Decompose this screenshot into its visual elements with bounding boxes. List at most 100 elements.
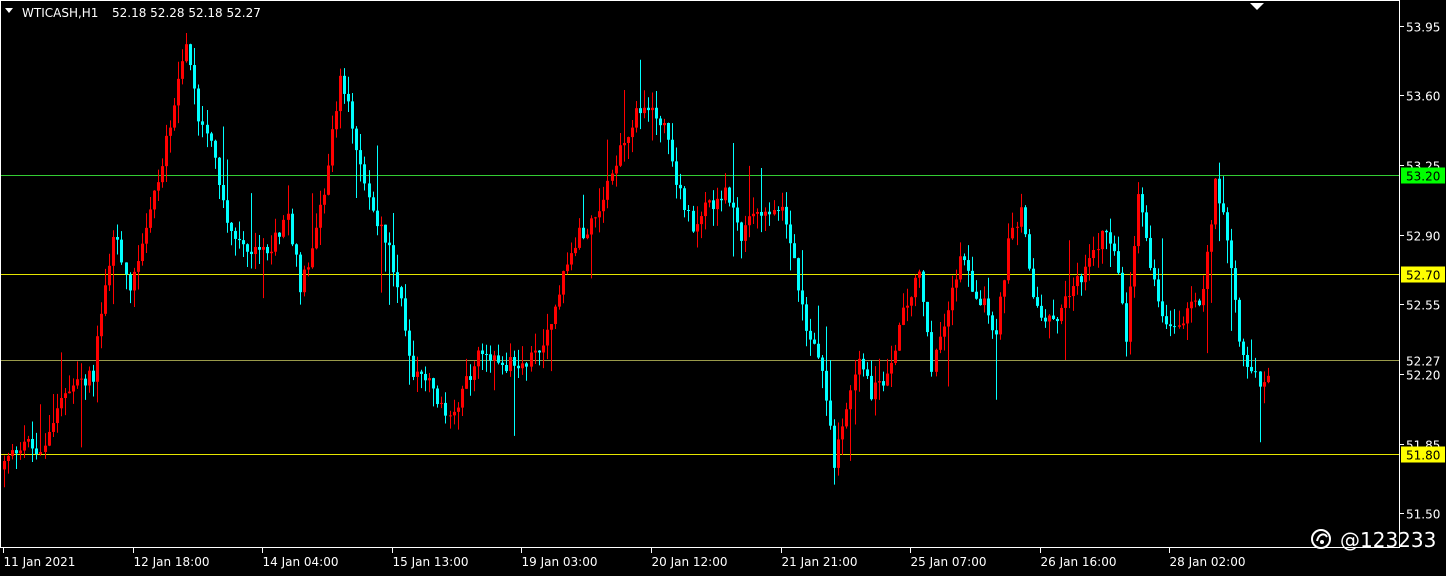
candle-body-60 (246, 244, 249, 252)
candle-body-304 (1234, 268, 1237, 300)
candle-body-140 (570, 253, 573, 265)
candle-body-312 (1267, 375, 1270, 383)
chart-background (0, 0, 1446, 576)
candle-body-155 (631, 127, 634, 138)
candle-body-71 (291, 213, 294, 245)
candle-body-167 (679, 184, 682, 189)
candle-body-299 (1214, 178, 1217, 225)
candle-body-202 (821, 357, 824, 371)
candle-body-65 (266, 246, 269, 254)
candle-body-49 (201, 121, 204, 125)
candle-body-247 (1003, 280, 1006, 297)
x-tick-label-6: 21 Jan 21:00 (782, 555, 858, 569)
candle-body-24 (100, 313, 103, 337)
candle-body-114 (465, 376, 468, 389)
candle-body-172 (700, 216, 703, 225)
candle-body-183 (744, 225, 747, 241)
candle-body-93 (380, 224, 383, 227)
candle-body-12 (52, 423, 55, 432)
candle-body-210 (854, 374, 857, 391)
candle-body-237 (963, 256, 966, 261)
candle-body-67 (274, 232, 277, 252)
candle-body-290 (1178, 325, 1181, 327)
candle-body-236 (959, 256, 962, 280)
candle-body-16 (68, 391, 71, 394)
candle-body-81 (331, 129, 334, 166)
candle-body-154 (627, 137, 630, 143)
candle-body-240 (975, 291, 978, 299)
candle-body-187 (760, 211, 763, 216)
level-label-2: 52.27 (1406, 355, 1440, 369)
candle-body-305 (1238, 299, 1241, 342)
candle-body-130 (530, 352, 533, 367)
candle-body-44 (181, 61, 184, 79)
candle-body-8 (35, 448, 38, 455)
candle-body-194 (789, 224, 792, 244)
candle-body-241 (979, 298, 982, 306)
candle-body-288 (1169, 324, 1172, 327)
candle-body-192 (781, 206, 784, 211)
candle-body-10 (44, 445, 47, 452)
candle-body-257 (1044, 317, 1047, 322)
candle-body-15 (64, 393, 67, 399)
candle-body-266 (1080, 276, 1083, 283)
candle-body-3 (15, 450, 18, 454)
candle-body-166 (675, 161, 678, 185)
candle-body-149 (606, 180, 609, 200)
candle-body-274 (1113, 243, 1116, 252)
candle-body-222 (902, 307, 905, 325)
candle-body-308 (1250, 366, 1253, 372)
candle-body-150 (611, 173, 614, 181)
candle-body-107 (436, 388, 439, 405)
candle-body-117 (477, 350, 480, 367)
candle-body-7 (31, 438, 34, 449)
candle-body-223 (906, 305, 909, 308)
price-chart[interactable]: 53.9553.6053.2552.9052.5552.2051.8551.50… (0, 0, 1446, 576)
candle-body-115 (469, 376, 472, 380)
candle-body-253 (1028, 234, 1031, 269)
symbol-label: WTICASH,H1 (22, 6, 98, 20)
candle-body-146 (594, 217, 597, 219)
x-tick-label-3: 15 Jan 13:00 (393, 555, 469, 569)
candle-body-297 (1206, 251, 1209, 289)
candle-body-276 (1121, 272, 1124, 304)
candle-body-48 (197, 88, 200, 122)
candle-body-291 (1182, 323, 1185, 326)
candle-body-208 (845, 409, 848, 427)
candle-body-269 (1092, 249, 1095, 259)
candle-body-34 (141, 243, 144, 262)
candle-body-152 (619, 145, 622, 166)
x-tick-label-9: 28 Jan 02:00 (1170, 555, 1246, 569)
candle-body-300 (1218, 178, 1221, 204)
candle-body-5 (23, 441, 26, 451)
candle-body-171 (696, 224, 699, 232)
candle-body-189 (768, 211, 771, 215)
candle-body-249 (1011, 227, 1014, 239)
candle-body-230 (935, 349, 938, 372)
x-tick-label-1: 12 Jan 18:00 (134, 555, 210, 569)
candle-body-128 (521, 363, 524, 369)
candle-body-281 (1141, 194, 1144, 213)
candle-body-219 (890, 362, 893, 374)
candle-body-235 (955, 279, 958, 288)
candle-body-19 (80, 378, 83, 380)
candle-body-77 (315, 227, 318, 249)
candle-body-82 (335, 111, 338, 130)
x-tick-label-0: 11 Jan 2021 (4, 555, 76, 569)
candle-body-69 (282, 219, 285, 237)
candle-body-63 (258, 247, 261, 250)
candle-body-197 (801, 290, 804, 305)
candle-body-251 (1020, 207, 1023, 227)
candle-body-309 (1254, 371, 1257, 373)
candle-body-111 (453, 411, 456, 416)
candle-body-72 (295, 244, 298, 255)
candle-body-164 (667, 123, 670, 140)
candle-body-250 (1016, 226, 1019, 228)
candle-body-126 (513, 357, 516, 366)
candle-body-106 (432, 378, 435, 389)
candle-body-141 (574, 247, 577, 254)
candle-body-54 (222, 184, 225, 201)
candle-body-176 (716, 198, 719, 210)
candle-body-45 (185, 44, 188, 62)
candle-body-218 (886, 373, 889, 386)
